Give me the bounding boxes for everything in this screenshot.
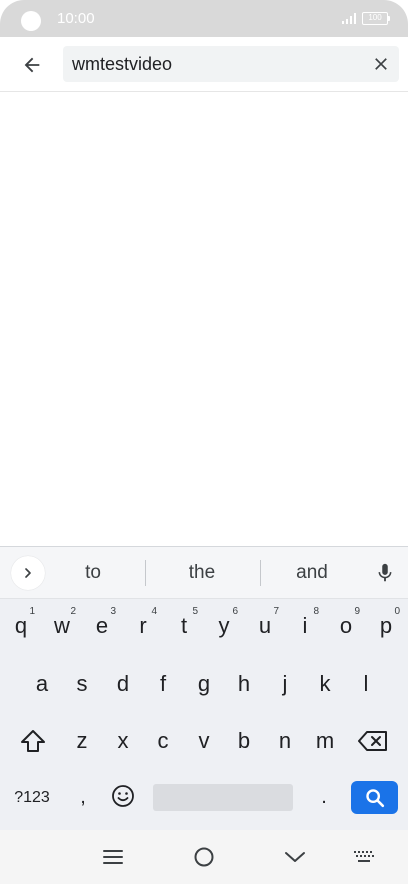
camera-cutout [21, 11, 41, 31]
nav-home-button[interactable] [189, 842, 219, 872]
home-icon [194, 847, 214, 867]
search-app-bar [0, 37, 408, 92]
system-nav-bar [0, 830, 408, 884]
nav-back-button[interactable] [280, 842, 310, 872]
suggestion-1[interactable]: to [53, 547, 133, 599]
back-button[interactable] [14, 47, 50, 83]
key-k[interactable]: k [305, 662, 345, 706]
key-h[interactable]: h [224, 662, 264, 706]
key-r[interactable]: r4 [123, 604, 163, 648]
key-c[interactable]: c [143, 719, 183, 763]
key-b[interactable]: b [224, 719, 264, 763]
close-icon [375, 58, 387, 70]
shift-icon [21, 730, 45, 752]
key-v[interactable]: v [184, 719, 224, 763]
microphone-icon [378, 563, 392, 582]
search-box [63, 46, 399, 82]
period-key[interactable]: . [313, 781, 335, 814]
key-o[interactable]: o9 [326, 604, 366, 648]
keyboard-icon [354, 851, 374, 862]
emoji-key[interactable] [108, 781, 138, 811]
emoji-icon [112, 785, 134, 807]
key-j[interactable]: j [265, 662, 305, 706]
battery-tip [388, 16, 390, 21]
key-e[interactable]: e3 [82, 604, 122, 648]
chevron-right-icon [25, 568, 31, 578]
suggestion-3[interactable]: and [272, 547, 352, 599]
status-time: 10:00 [57, 10, 95, 27]
search-icon [365, 788, 384, 807]
key-u[interactable]: u7 [245, 604, 285, 648]
shift-key[interactable] [14, 723, 52, 759]
key-a[interactable]: a [22, 662, 62, 706]
suggestion-divider [145, 560, 146, 586]
key-m[interactable]: m [305, 719, 345, 763]
signal-icon [342, 13, 356, 24]
battery-icon: 100 [362, 12, 388, 25]
menu-icon [103, 850, 123, 864]
key-t[interactable]: t5 [164, 604, 204, 648]
arrow-left-icon [24, 57, 40, 73]
expand-toolbar-button[interactable] [11, 556, 45, 590]
key-n[interactable]: n [265, 719, 305, 763]
suggestion-strip: to the and [0, 547, 408, 599]
battery-level: 100 [368, 13, 382, 22]
search-action-key[interactable] [351, 781, 398, 814]
nav-menu-button[interactable] [98, 842, 128, 872]
search-input[interactable] [72, 46, 362, 82]
symbols-key[interactable]: ?123 [8, 781, 56, 814]
space-key[interactable] [153, 784, 293, 811]
key-x[interactable]: x [103, 719, 143, 763]
key-f[interactable]: f [143, 662, 183, 706]
key-p[interactable]: p0 [366, 604, 406, 648]
key-i[interactable]: i8 [285, 604, 325, 648]
backspace-icon [358, 731, 387, 751]
key-w[interactable]: w2 [42, 604, 82, 648]
suggestion-2[interactable]: the [162, 547, 242, 599]
key-y[interactable]: y6 [204, 604, 244, 648]
key-d[interactable]: d [103, 662, 143, 706]
voice-input-button[interactable] [372, 560, 398, 586]
key-s[interactable]: s [62, 662, 102, 706]
chevron-down-icon [285, 852, 305, 862]
status-bar: 10:00 100 [0, 0, 408, 37]
key-q[interactable]: q1 [1, 604, 41, 648]
backspace-key[interactable] [355, 725, 391, 757]
nav-keyboard-button[interactable] [349, 842, 379, 872]
key-l[interactable]: l [346, 662, 386, 706]
clear-search-button[interactable] [369, 52, 393, 76]
key-g[interactable]: g [184, 662, 224, 706]
search-results-area [0, 93, 408, 546]
key-z[interactable]: z [62, 719, 102, 763]
suggestion-divider [260, 560, 261, 586]
comma-key[interactable]: , [72, 781, 94, 814]
on-screen-keyboard: to the and q1 w2 e3 r4 t5 y6 u7 i8 o9 p0… [0, 546, 408, 830]
